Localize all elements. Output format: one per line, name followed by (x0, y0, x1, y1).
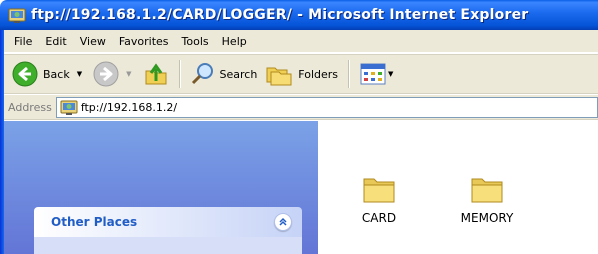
menu-edit[interactable]: Edit (42, 35, 76, 48)
forward-button[interactable]: ▼ (89, 57, 138, 91)
other-places-body (34, 237, 302, 254)
ftp-folder-icon (8, 8, 26, 23)
search-label: Search (219, 67, 258, 81)
back-label: Back (43, 67, 70, 81)
folders-button[interactable]: Folders (261, 57, 342, 91)
task-pane: Other Places (4, 121, 318, 254)
address-value: ftp://192.168.1.2/ (80, 100, 178, 114)
folder-name: MEMORY (460, 211, 514, 225)
menu-favorites[interactable]: Favorites (116, 35, 179, 48)
menu-bar: File Edit View Favorites Tools Help (4, 30, 598, 53)
forward-arrow-icon (93, 61, 119, 87)
search-button[interactable]: Search (187, 57, 262, 91)
up-folder-icon (145, 63, 166, 85)
back-arrow-icon (12, 61, 38, 87)
address-input[interactable]: ftp://192.168.1.2/ (55, 96, 598, 118)
menu-file[interactable]: File (11, 35, 42, 48)
forward-dropdown-icon[interactable]: ▼ (126, 70, 131, 78)
folder-icon (471, 178, 503, 203)
folder-name: CARD (361, 211, 397, 225)
other-places-header[interactable]: Other Places (34, 207, 302, 237)
folders-label: Folders (298, 67, 339, 81)
folder-item[interactable]: CARD (339, 173, 419, 225)
up-button[interactable] (139, 57, 173, 91)
menu-help[interactable]: Help (219, 35, 257, 48)
address-bar: Address ftp://192.168.1.2/ (4, 95, 598, 120)
title-bar[interactable]: ftp://192.168.1.2/CARD/LOGGER/ - Microso… (0, 0, 598, 30)
folder-icon (363, 178, 395, 203)
collapse-chevron-icon[interactable] (274, 213, 292, 231)
address-label: Address (8, 100, 52, 114)
back-button[interactable]: Back ▼ (8, 57, 89, 91)
other-places-title: Other Places (51, 215, 138, 229)
folder-item[interactable]: MEMORY (447, 173, 527, 225)
toolbar-separator (178, 60, 181, 88)
menu-view[interactable]: View (77, 35, 116, 48)
views-dropdown-icon[interactable]: ▼ (388, 70, 393, 78)
file-list-view: CARD MEMORY (318, 121, 598, 254)
back-dropdown-icon[interactable]: ▼ (77, 70, 82, 78)
window-title: ftp://192.168.1.2/CARD/LOGGER/ - Microso… (31, 7, 529, 23)
standard-toolbar: Back ▼ ▼ Search Folders ▼ (4, 54, 598, 94)
toolbar-separator (348, 60, 351, 88)
ftp-folder-icon (60, 100, 78, 115)
views-button[interactable]: ▼ (356, 57, 400, 91)
folders-icon (266, 67, 292, 86)
views-icon (360, 63, 386, 85)
menu-tools[interactable]: Tools (179, 35, 219, 48)
search-icon (191, 63, 213, 85)
